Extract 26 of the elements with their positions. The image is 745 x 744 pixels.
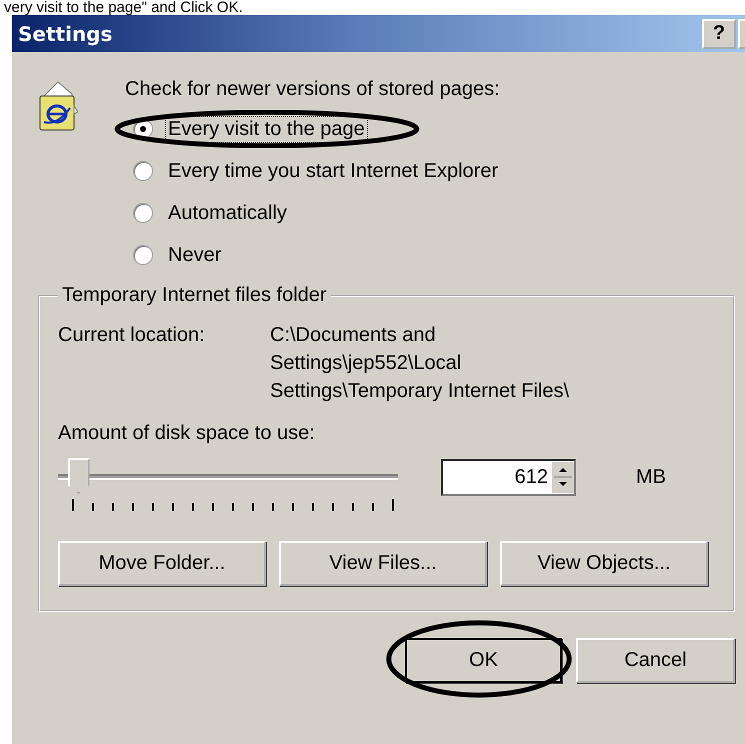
dialog-button[interactable]: Move Folder... [58,541,266,586]
size-spinbox[interactable]: 612 [441,458,576,496]
check-label: Check for newer versions of stored pages: [125,78,501,102]
instruction-text: very visit to the page" and Click OK. [3,0,244,15]
radio-button[interactable] [133,203,153,223]
cancel-button[interactable]: Cancel [576,638,735,683]
disk-space-label: Amount of disk space to use: [58,421,316,446]
help-button[interactable]: ? [702,18,736,48]
slider-thumb[interactable] [68,458,90,494]
location-path: Settings\jep552\Local [270,351,462,376]
dialog-button[interactable]: View Objects... [500,541,708,586]
option-label[interactable]: Every time you start Internet Explorer [165,158,502,184]
unit-label: MB [636,466,666,488]
ok-button[interactable]: OK [405,638,562,683]
spin-arrows-icon[interactable] [552,462,574,492]
location-path: Settings\Temporary Internet Files\ [270,379,570,404]
option-label[interactable]: Every visit to the page [165,116,368,142]
location-label: Current location: [58,323,206,348]
radio-button[interactable] [133,161,153,181]
location-path: C:\Documents and [270,323,437,348]
group-title: Temporary Internet files folder [61,284,328,307]
radio-button[interactable] [133,245,153,265]
dialog-button[interactable]: View Files... [279,541,487,586]
option-label[interactable]: Never [165,242,224,268]
option-label[interactable]: Automatically [165,200,290,226]
window-title: Settings [18,22,114,46]
